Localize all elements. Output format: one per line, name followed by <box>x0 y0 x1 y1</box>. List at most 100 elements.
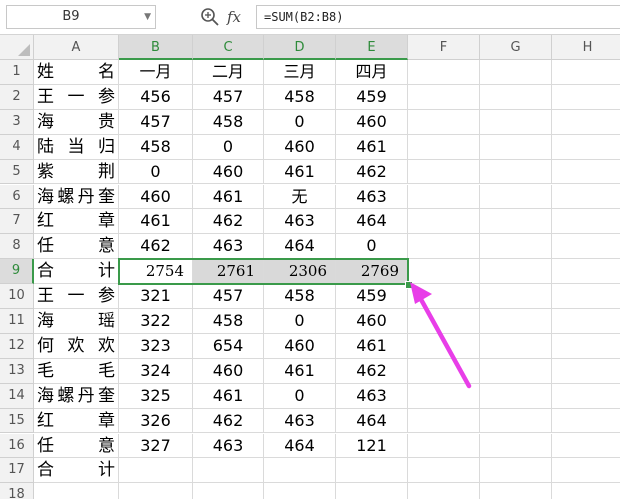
cell-h1[interactable] <box>552 60 620 85</box>
select-all-corner[interactable] <box>0 35 34 60</box>
cell-b18[interactable] <box>119 483 193 499</box>
cell-h10[interactable] <box>552 284 620 309</box>
cell-f5[interactable] <box>408 159 480 185</box>
cell-h16[interactable] <box>552 434 620 459</box>
cell-d8[interactable]: 464 <box>264 234 336 260</box>
cell-g15[interactable] <box>480 408 552 434</box>
chevron-down-icon[interactable]: ▼ <box>144 6 151 28</box>
cell-c9[interactable]: 2761 <box>193 259 264 285</box>
cell-d3[interactable]: 0 <box>264 109 336 135</box>
cell-e8[interactable]: 0 <box>336 234 408 260</box>
cell-g5[interactable] <box>480 159 552 185</box>
cell-c12[interactable]: 654 <box>193 333 264 359</box>
cell-g2[interactable] <box>480 84 552 110</box>
zoom-icon[interactable] <box>200 7 220 27</box>
cell-f18[interactable] <box>408 483 480 499</box>
fill-handle[interactable] <box>405 281 413 290</box>
cell-f6[interactable] <box>408 184 480 210</box>
cell-g3[interactable] <box>480 109 552 135</box>
cell-h13[interactable] <box>552 359 620 384</box>
cell-b14[interactable]: 325 <box>119 383 193 409</box>
cell-g10[interactable] <box>480 284 552 309</box>
cell-c6[interactable]: 461 <box>193 184 264 210</box>
cell-d9[interactable]: 2306 <box>264 259 336 285</box>
cell-f17[interactable] <box>408 458 480 484</box>
cell-d10[interactable]: 458 <box>264 284 336 309</box>
cell-f2[interactable] <box>408 84 480 110</box>
cell-g4[interactable] <box>480 134 552 160</box>
cell-b15[interactable]: 326 <box>119 408 193 434</box>
cell-c18[interactable] <box>193 483 264 499</box>
cell-f16[interactable] <box>408 433 480 459</box>
cell-h11[interactable] <box>552 309 620 334</box>
name-box[interactable]: B9 ▼ <box>6 5 156 29</box>
cell-a13[interactable]: 毛毛 <box>34 358 119 384</box>
cell-e5[interactable]: 462 <box>336 159 408 185</box>
cell-f8[interactable] <box>408 234 480 260</box>
cell-d17[interactable] <box>264 458 336 484</box>
cell-h6[interactable] <box>552 185 620 210</box>
cell-c7[interactable]: 462 <box>193 209 264 235</box>
cell-h12[interactable] <box>552 334 620 359</box>
cell-e18[interactable] <box>336 483 408 499</box>
cell-f11[interactable] <box>408 309 480 334</box>
column-header-b[interactable]: B <box>119 35 193 60</box>
row-header-9[interactable]: 9 <box>0 259 34 285</box>
cell-b1[interactable]: 一月 <box>119 60 193 85</box>
cell-c16[interactable]: 463 <box>193 433 264 459</box>
cell-h5[interactable] <box>552 160 620 185</box>
cell-g9[interactable] <box>480 259 552 285</box>
cell-e15[interactable]: 464 <box>336 408 408 434</box>
cell-a17[interactable]: 合计 <box>34 458 119 484</box>
cell-a2[interactable]: 王一参 <box>34 84 119 110</box>
cell-h15[interactable] <box>552 409 620 434</box>
cell-b7[interactable]: 461 <box>119 209 193 235</box>
cell-h2[interactable] <box>552 85 620 110</box>
cell-f4[interactable] <box>408 134 480 160</box>
cell-f1[interactable] <box>408 60 480 85</box>
cell-a5[interactable]: 紫荆 <box>34 159 119 185</box>
cell-f14[interactable] <box>408 383 480 409</box>
cell-b5[interactable]: 0 <box>119 159 193 185</box>
cell-d2[interactable]: 458 <box>264 84 336 110</box>
cell-a3[interactable]: 海贵 <box>34 109 119 135</box>
cell-a1[interactable]: 姓名 <box>34 60 119 85</box>
cell-b12[interactable]: 323 <box>119 333 193 359</box>
cell-g13[interactable] <box>480 358 552 384</box>
cell-h14[interactable] <box>552 384 620 409</box>
cell-b2[interactable]: 456 <box>119 84 193 110</box>
cell-f3[interactable] <box>408 109 480 135</box>
cell-d6[interactable]: 无 <box>264 184 336 210</box>
row-header-2[interactable]: 2 <box>0 84 34 110</box>
fx-icon[interactable]: fx <box>227 5 241 29</box>
row-header-11[interactable]: 11 <box>0 309 34 334</box>
cell-d4[interactable]: 460 <box>264 134 336 160</box>
cell-f15[interactable] <box>408 408 480 434</box>
cell-b6[interactable]: 460 <box>119 184 193 210</box>
cell-b13[interactable]: 324 <box>119 358 193 384</box>
row-header-12[interactable]: 12 <box>0 333 34 359</box>
cell-f7[interactable] <box>408 209 480 235</box>
cell-c17[interactable] <box>193 458 264 484</box>
cell-h8[interactable] <box>552 234 620 260</box>
cell-e7[interactable]: 464 <box>336 209 408 235</box>
column-header-f[interactable]: F <box>408 35 480 60</box>
row-header-5[interactable]: 5 <box>0 159 34 185</box>
cell-c4[interactable]: 0 <box>193 134 264 160</box>
cell-g6[interactable] <box>480 184 552 210</box>
cell-e9[interactable]: 2769 <box>336 259 408 285</box>
cell-a18[interactable] <box>34 483 119 499</box>
cell-f13[interactable] <box>408 358 480 384</box>
column-header-c[interactable]: C <box>193 35 264 60</box>
row-header-6[interactable]: 6 <box>0 184 34 210</box>
cell-h9[interactable] <box>552 259 620 285</box>
cell-b11[interactable]: 322 <box>119 309 193 334</box>
cell-b9[interactable]: 2754 <box>119 259 193 285</box>
column-header-h[interactable]: H <box>552 35 620 60</box>
cell-f12[interactable] <box>408 333 480 359</box>
cell-c14[interactable]: 461 <box>193 383 264 409</box>
cell-h7[interactable] <box>552 209 620 235</box>
cell-d16[interactable]: 464 <box>264 433 336 459</box>
column-header-g[interactable]: G <box>480 35 552 60</box>
row-header-16[interactable]: 16 <box>0 433 34 459</box>
